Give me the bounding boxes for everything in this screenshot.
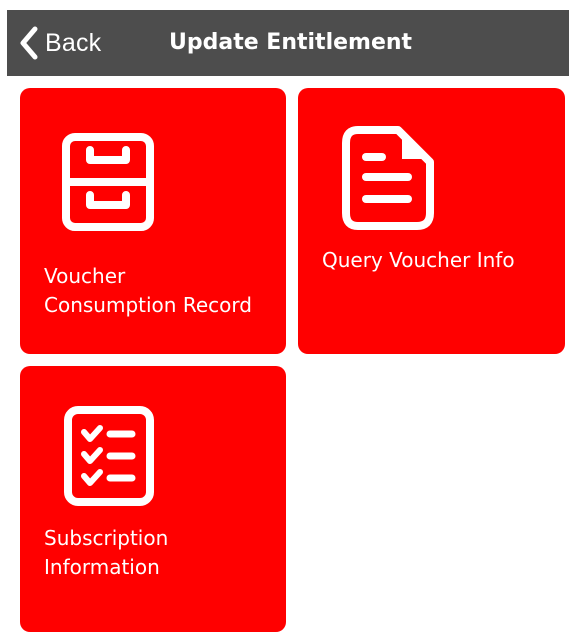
file-cabinet-icon — [60, 132, 156, 232]
tile-label: Voucher Consumption Record — [44, 262, 252, 320]
tile-label-line: Consumption Record — [44, 293, 252, 317]
tile-label-line: Information — [44, 555, 160, 579]
tile-label: Query Voucher Info — [322, 246, 515, 275]
tile-label-line: Voucher — [44, 264, 126, 288]
page-title: Update Entitlement — [169, 30, 413, 55]
voucher-consumption-record-tile[interactable]: Voucher Consumption Record — [20, 88, 286, 354]
chevron-left-icon — [19, 26, 39, 60]
tile-label: Subscription Information — [44, 524, 168, 582]
back-label: Back — [45, 28, 102, 57]
tile-label-line: Query Voucher Info — [322, 248, 515, 272]
back-button[interactable]: Back — [19, 24, 101, 62]
navigation-bar: Back Update Entitlement — [7, 10, 569, 76]
subscription-information-tile[interactable]: Subscription Information — [20, 366, 286, 632]
query-voucher-info-tile[interactable]: Query Voucher Info — [298, 88, 565, 354]
tile-label-line: Subscription — [44, 526, 169, 550]
document-icon — [342, 125, 438, 231]
checklist-icon — [62, 404, 156, 508]
